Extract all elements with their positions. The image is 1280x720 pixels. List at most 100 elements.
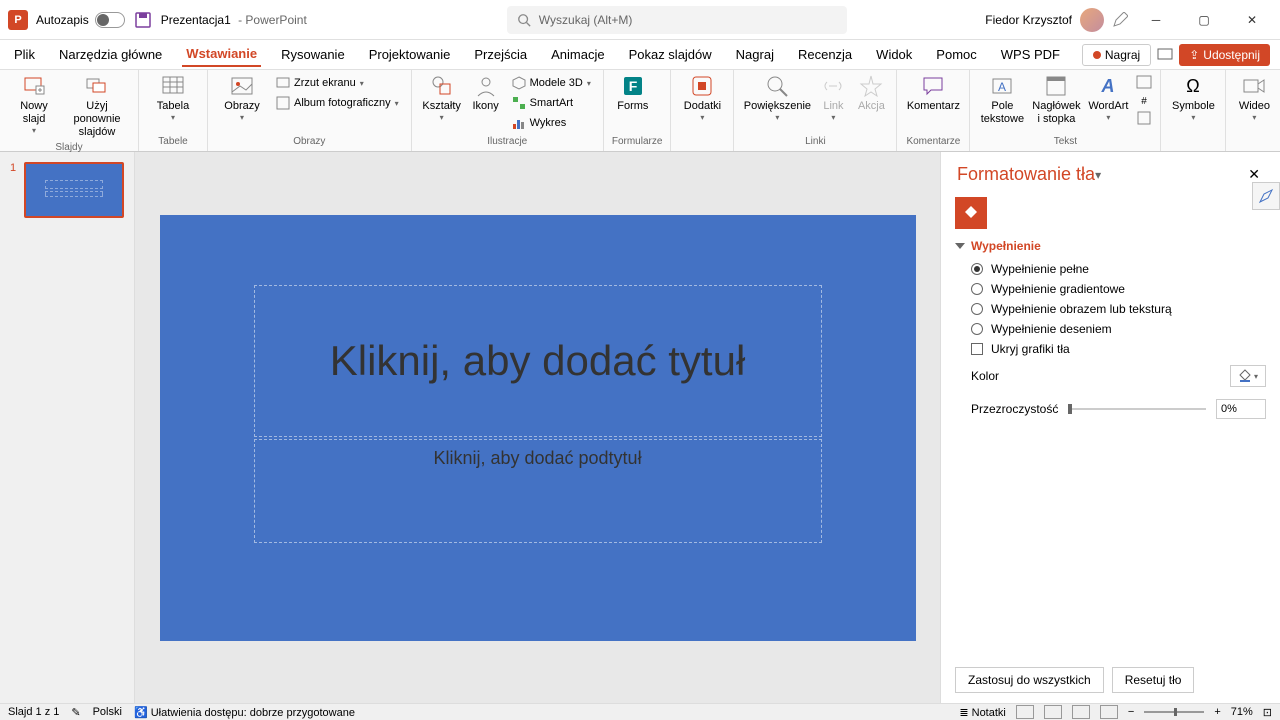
smartart-button[interactable]: SmartArt <box>508 94 595 112</box>
zoom-button[interactable]: Powiększenie▾ <box>742 74 812 123</box>
date-time-icon[interactable] <box>1136 74 1152 90</box>
language-indicator[interactable]: Polski <box>93 706 122 718</box>
tab-file[interactable]: Plik <box>10 43 39 66</box>
comment-button[interactable]: Komentarz <box>905 74 961 113</box>
fill-section-header[interactable]: Wypełnienie <box>941 233 1280 259</box>
reset-background-button[interactable]: Resetuj tło <box>1112 667 1195 693</box>
designer-tab[interactable] <box>1252 182 1280 210</box>
screenshot-button[interactable]: Zrzut ekranu▾ <box>272 74 403 92</box>
save-icon[interactable] <box>135 12 151 28</box>
close-button[interactable]: ✕ <box>1232 4 1272 36</box>
share-button[interactable]: ⇪Udostępnij <box>1179 44 1270 66</box>
title-placeholder[interactable]: Kliknij, aby dodać tytuł <box>254 285 822 437</box>
zoom-level[interactable]: 71% <box>1231 706 1253 718</box>
fill-tab[interactable] <box>955 197 987 229</box>
transparency-slider[interactable] <box>1068 408 1206 410</box>
tab-view[interactable]: Widok <box>872 43 916 66</box>
action-button[interactable]: Akcja <box>854 74 888 113</box>
subtitle-placeholder[interactable]: Kliknij, aby dodać podtytuł <box>254 439 822 543</box>
forms-icon: F <box>621 74 645 98</box>
slide-sorter-view-button[interactable] <box>1044 705 1062 719</box>
tab-help[interactable]: Pomoc <box>932 43 980 66</box>
table-button[interactable]: Tabela▾ <box>147 74 199 123</box>
group-images-label: Obrazy <box>216 134 403 149</box>
apply-to-all-button[interactable]: Zastosuj do wszystkich <box>955 667 1104 693</box>
link-button[interactable]: Link▾ <box>816 74 850 123</box>
tab-record[interactable]: Nagraj <box>732 43 778 66</box>
hide-graphics-checkbox[interactable]: Ukryj grafiki tła <box>941 339 1280 359</box>
format-background-pane: Formatowanie tła ▾ ✕ Wypełnienie Wypełni… <box>940 152 1280 703</box>
transparency-value-input[interactable]: 0% <box>1216 399 1266 419</box>
pane-title: Formatowanie tła <box>957 164 1095 185</box>
ribbon-tabs: Plik Narzędzia główne Wstawianie Rysowan… <box>0 40 1280 70</box>
notes-button[interactable]: ≣ Notatki <box>959 706 1006 719</box>
pen-icon[interactable] <box>1112 12 1128 28</box>
shapes-button[interactable]: Kształty▾ <box>420 74 464 123</box>
autosave-toggle[interactable] <box>95 12 125 28</box>
icons-icon <box>474 74 498 98</box>
fill-gradient-radio[interactable]: Wypełnienie gradientowe <box>941 279 1280 299</box>
wordart-icon: A <box>1096 74 1120 98</box>
images-button[interactable]: Obrazy▾ <box>216 74 268 123</box>
new-slide-button[interactable]: Nowy slajd▾ <box>8 74 60 136</box>
search-box[interactable]: Wyszukaj (Alt+M) <box>507 6 847 34</box>
reuse-slides-button[interactable]: Użyj ponownie slajdów <box>64 74 130 140</box>
addins-button[interactable]: Dodatki▾ <box>679 74 725 123</box>
tab-draw[interactable]: Rysowanie <box>277 43 349 66</box>
reuse-slides-icon <box>85 74 109 98</box>
slide-counter[interactable]: Slajd 1 z 1 <box>8 706 59 718</box>
photo-album-button[interactable]: Album fotograficzny▾ <box>272 94 403 112</box>
slideshow-view-button[interactable] <box>1100 705 1118 719</box>
chart-button[interactable]: Wykres <box>508 114 595 132</box>
title-bar: P Autozapis Prezentacja1 - PowerPoint Wy… <box>0 0 1280 40</box>
textbox-button[interactable]: APole tekstowe <box>978 74 1026 126</box>
fill-solid-radio[interactable]: Wypełnienie pełne <box>941 259 1280 279</box>
minimize-button[interactable]: ─ <box>1136 4 1176 36</box>
zoom-in-button[interactable]: + <box>1214 706 1220 718</box>
fill-picture-radio[interactable]: Wypełnienie obrazem lub teksturą <box>941 299 1280 319</box>
fill-pattern-radio[interactable]: Wypełnienie deseniem <box>941 319 1280 339</box>
wordart-button[interactable]: AWordArt▾ <box>1086 74 1130 123</box>
present-mode-icon[interactable] <box>1157 47 1173 63</box>
icons-button[interactable]: Ikony <box>468 74 504 113</box>
object-icon[interactable] <box>1136 110 1152 126</box>
subtitle-text: Kliknij, aby dodać podtytuł <box>433 448 641 469</box>
user-avatar[interactable] <box>1080 8 1104 32</box>
slide-number-icon[interactable]: # <box>1136 92 1152 108</box>
tab-slideshow[interactable]: Pokaz slajdów <box>625 43 716 66</box>
group-tables-label: Tabele <box>147 134 199 149</box>
pane-close-button[interactable]: ✕ <box>1244 166 1264 183</box>
radio-icon <box>971 263 983 275</box>
accessibility-status[interactable]: ♿ Ułatwienia dostępu: dobrze przygotowan… <box>134 706 355 719</box>
reading-view-button[interactable] <box>1072 705 1090 719</box>
color-label: Kolor <box>971 369 999 383</box>
symbols-icon: Ω <box>1181 74 1205 98</box>
spell-check-icon[interactable]: ✎ <box>71 706 80 719</box>
symbols-button[interactable]: ΩSymbole▾ <box>1169 74 1217 123</box>
tab-insert[interactable]: Wstawianie <box>182 42 261 67</box>
tab-home[interactable]: Narzędzia główne <box>55 43 166 66</box>
zoom-out-button[interactable]: − <box>1128 706 1134 718</box>
tab-design[interactable]: Projektowanie <box>365 43 455 66</box>
slide-canvas-area[interactable]: Kliknij, aby dodać tytuł Kliknij, aby do… <box>135 152 940 703</box>
header-footer-button[interactable]: Nagłówek i stopka <box>1030 74 1082 126</box>
pane-options-dropdown[interactable]: ▾ <box>1095 168 1101 182</box>
zoom-slider[interactable] <box>1144 711 1204 713</box>
slide-thumbnail-1[interactable] <box>24 162 124 218</box>
tab-animations[interactable]: Animacje <box>547 43 608 66</box>
action-icon <box>859 74 883 98</box>
record-button[interactable]: Nagraj <box>1082 44 1151 66</box>
normal-view-button[interactable] <box>1016 705 1034 719</box>
maximize-button[interactable]: ▢ <box>1184 4 1224 36</box>
radio-icon <box>971 303 983 315</box>
tab-review[interactable]: Recenzja <box>794 43 856 66</box>
video-button[interactable]: Wideo▾ <box>1234 74 1274 123</box>
cube-icon <box>512 76 526 90</box>
radio-icon <box>971 323 983 335</box>
3d-models-button[interactable]: Modele 3D▾ <box>508 74 595 92</box>
tab-wps-pdf[interactable]: WPS PDF <box>997 43 1064 66</box>
tab-transitions[interactable]: Przejścia <box>470 43 531 66</box>
color-picker-button[interactable]: ▾ <box>1230 365 1266 387</box>
fit-to-window-button[interactable]: ⊡ <box>1263 706 1272 719</box>
forms-button[interactable]: FForms <box>612 74 654 113</box>
